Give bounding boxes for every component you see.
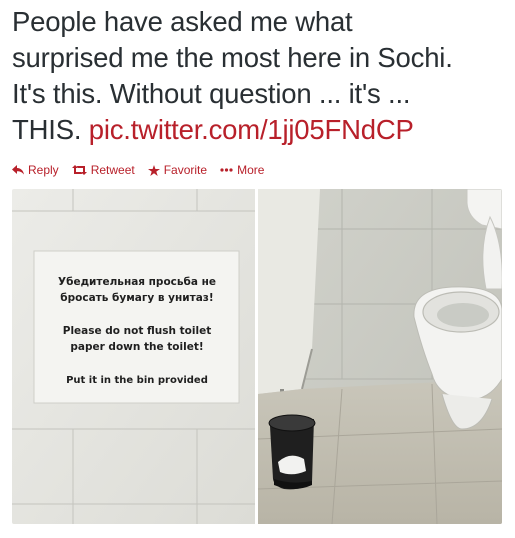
reply-icon <box>12 165 24 175</box>
sign-line: paper down the toilet! <box>70 341 203 353</box>
sign-line: бросать бумагу в унитаз! <box>60 292 213 304</box>
photo-divider <box>255 189 258 524</box>
sign-line: Убедительная просьба не <box>58 276 216 288</box>
favorite-label: Favorite <box>163 163 208 177</box>
trash-bin <box>268 414 316 490</box>
retweet-label: Retweet <box>90 163 135 177</box>
reply-label: Reply <box>28 163 59 177</box>
more-dots-icon <box>220 168 233 172</box>
tweet-text-prefix: THIS. <box>12 114 89 145</box>
sign-line: Please do not flush toilet <box>63 325 212 337</box>
favorite-button[interactable]: Favorite <box>147 163 208 177</box>
retweet-icon <box>71 165 87 175</box>
photo-drawing: Убедительная просьба не бросать бумагу в… <box>12 189 502 524</box>
sign-line: Put it in the bin provided <box>66 375 208 386</box>
tweet-actions: Reply Retweet Favorite More <box>12 162 277 178</box>
more-button[interactable]: More <box>220 163 264 177</box>
tweet-photo[interactable]: Убедительная просьба не бросать бумагу в… <box>12 189 502 524</box>
tweet-text-line: People have asked me what <box>12 6 353 37</box>
star-icon <box>147 164 160 176</box>
tweet-media-link[interactable]: pic.twitter.com/1jj05FNdCP <box>89 114 414 145</box>
tweet-text-line: THIS. pic.twitter.com/1jj05FNdCP <box>12 112 507 148</box>
more-label: More <box>237 163 265 177</box>
reply-button[interactable]: Reply <box>12 163 59 177</box>
warning-sign: Убедительная просьба не бросать бумагу в… <box>33 250 240 404</box>
tweet-text-line: It's this. Without question ... it's ... <box>12 78 411 109</box>
retweet-button[interactable]: Retweet <box>71 163 135 177</box>
tweet-text-line: surprised me the most here in Sochi. <box>12 42 453 73</box>
tweet-text: People have asked me what surprised me t… <box>12 4 507 148</box>
